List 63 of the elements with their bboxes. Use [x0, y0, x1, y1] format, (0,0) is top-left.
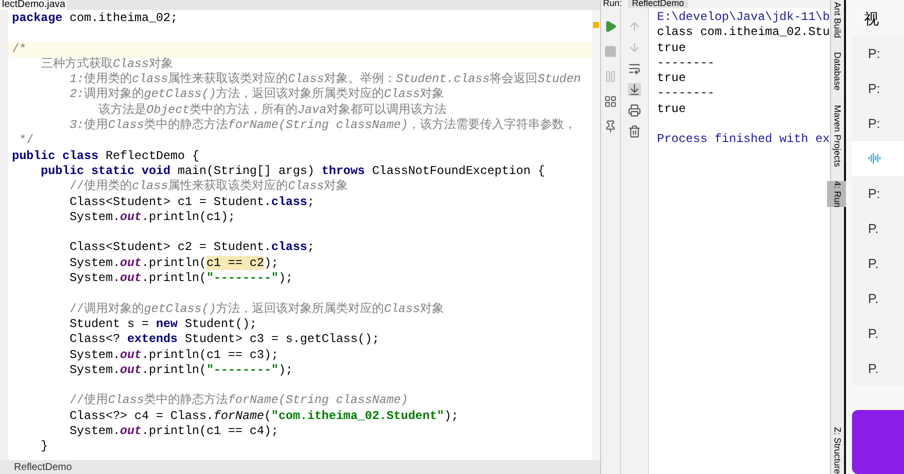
playlist-item[interactable]: P: — [852, 71, 904, 106]
playlist-item[interactable]: P. — [852, 351, 904, 386]
code-line: */ — [18, 133, 34, 148]
console-line: -------- — [657, 86, 715, 102]
console-line: -------- — [657, 56, 715, 72]
code-line: System.out.println(c1); — [68, 210, 236, 224]
console-line: Process finished with ex — [657, 132, 830, 148]
up-arrow-icon[interactable] — [628, 20, 641, 33]
code-line: System.out.println(c1 == c2); — [68, 256, 278, 270]
pause-icon[interactable] — [604, 70, 617, 83]
code-line: //使用类的class属性来获取该类对应的Class对象 — [68, 179, 348, 194]
code-line: Class<Student> c2 = Student.class; — [68, 240, 314, 254]
stop-icon[interactable] — [604, 45, 617, 58]
console-line: true — [657, 40, 686, 56]
print-icon[interactable] — [628, 104, 641, 117]
code-line: Class<?> c4 = Class.forName("com.itheima_02.Student"); — [68, 408, 458, 423]
code-line: public static void main(String[] args) throws ClassNotFoundException { — [40, 164, 545, 178]
code-line: Class<Student> c1 = Student.class; — [68, 194, 314, 209]
code-line: /* — [12, 42, 26, 56]
playlist-item[interactable]: P. — [852, 211, 904, 246]
code-line: 2:调用对象的getClass()方法，返回该对象所属类对应的Class对象 — [68, 87, 444, 102]
tool-window-tab[interactable]: Database — [826, 52, 848, 91]
scroll-to-end-icon[interactable] — [628, 83, 641, 96]
code-line: 三种方式获取Class对象 — [40, 56, 173, 71]
code-line: System.out.println(c1 == c3); — [68, 348, 278, 362]
code-editor[interactable] — [8, 10, 592, 460]
code-line: package com.itheima_02; — [12, 11, 178, 25]
editor-tab[interactable]: lectDemo.java — [0, 0, 68, 10]
pin-icon[interactable] — [604, 120, 617, 133]
trash-icon[interactable] — [628, 125, 641, 138]
run-label: Run: — [602, 0, 622, 8]
code-line: //调用对象的getClass()方法，返回该对象所属类对应的Class对象 — [68, 302, 444, 316]
code-line: public class ReflectDemo { — [12, 148, 200, 163]
run-icon[interactable] — [604, 20, 617, 33]
playlist-item[interactable]: P. — [852, 281, 904, 316]
console-line: E:\develop\Java\jdk-11\b — [657, 10, 830, 26]
console-line: true — [657, 71, 686, 86]
code-line: //使用Class类中的静态方法forName(String className) — [68, 393, 408, 408]
down-arrow-icon[interactable] — [628, 41, 641, 54]
code-line: Class<? extends Student> c3 = s.getClass(); — [68, 332, 380, 346]
console-line: true — [657, 102, 686, 118]
code-line: System.out.println("--------"); — [68, 362, 293, 377]
code-line: System.out.println("--------"); — [68, 271, 293, 286]
code-line: 1:使用类的class属性来获取该类对应的Class对象。举例：Student.class将会返回Studen — [68, 72, 581, 86]
playlist-item[interactable]: P. — [852, 246, 904, 281]
code-line: System.out.println(c1 == c4); — [68, 424, 278, 438]
console-line: class com.itheima_02.Stu — [657, 25, 830, 41]
layout-icon[interactable] — [604, 95, 617, 108]
playing-icon — [868, 152, 881, 165]
playlist-item[interactable]: P: — [852, 176, 904, 211]
warning-marker[interactable] — [593, 22, 599, 28]
playlist-item[interactable]: P. — [852, 316, 904, 351]
tool-window-tab[interactable]: Z: Structure — [826, 426, 848, 474]
code-line: 3:使用Class类中的静态方法forName(String className)，该方法需要传入字符串参数， — [68, 118, 576, 132]
panel-heading: 视 — [863, 10, 880, 30]
code-line: 该方法是Object类中的方法，所有的Java对象都可以调用该方法 — [97, 102, 446, 117]
code-line: } — [40, 439, 48, 454]
code-line: Student s = new Student(); — [68, 316, 257, 331]
playlist-item[interactable]: P: — [852, 106, 904, 141]
wrap-icon[interactable] — [628, 62, 641, 75]
playlist-item[interactable] — [852, 141, 904, 176]
playlist-item[interactable]: P: — [852, 36, 904, 71]
editor-bottom-tab[interactable]: ReflectDemo — [0, 462, 86, 474]
